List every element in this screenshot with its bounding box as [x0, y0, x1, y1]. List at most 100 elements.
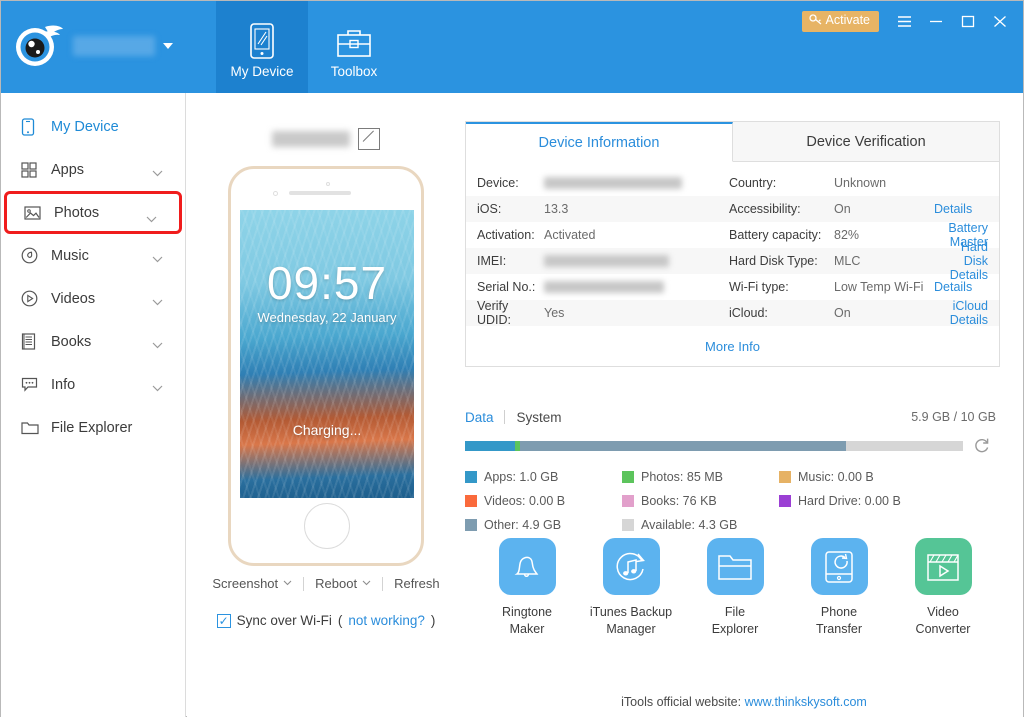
- tool-phone-transfer[interactable]: Phone Transfer: [787, 538, 891, 638]
- music-refresh-icon: [602, 538, 660, 595]
- hard-disk-details-link[interactable]: Hard Disk Details: [934, 240, 999, 282]
- device-information-box: Device Information Device Verification D…: [465, 121, 1000, 367]
- sidebar-item-label: Apps: [51, 161, 85, 178]
- sidebar-item-apps[interactable]: Apps: [1, 148, 185, 191]
- account-dropdown-caret-icon[interactable]: [163, 43, 173, 49]
- storage-bar-row: [465, 437, 1000, 454]
- tool-shortcuts: Ringtone Maker iTunes Backup Manager Fil…: [475, 538, 995, 638]
- video-play-icon: [21, 290, 47, 307]
- close-icon[interactable]: [985, 7, 1015, 35]
- legend-label: Music: 0.00 B: [798, 470, 874, 484]
- sidebar-item-info[interactable]: Info: [1, 363, 185, 406]
- storage-section: Data System 5.9 GB / 10 GB Apps: 1.0 GB …: [465, 405, 1000, 537]
- sync-over-wifi-label: Sync over Wi-Fi: [236, 613, 332, 628]
- close-paren: ): [430, 613, 436, 628]
- table-row: Verify UDID: Yes iCloud: On iCloud Detai…: [466, 299, 999, 327]
- not-working-link[interactable]: not working?: [348, 613, 425, 628]
- front-camera-icon: [273, 191, 278, 196]
- row-label: Device:: [477, 176, 519, 190]
- chevron-down-icon: [152, 165, 163, 181]
- row-value-redacted: [544, 248, 729, 274]
- tablet-icon: [248, 16, 276, 60]
- tab-device-information[interactable]: Device Information: [466, 122, 733, 162]
- row-label-2: Accessibility:: [729, 202, 801, 216]
- sidebar: My Device Apps Photos Music Videos Books…: [1, 93, 186, 717]
- sidebar-item-videos[interactable]: Videos: [1, 277, 185, 320]
- activate-button[interactable]: Activate: [801, 10, 879, 32]
- row-link-2: [934, 170, 999, 196]
- sidebar-item-label: Videos: [51, 290, 96, 307]
- minimize-icon[interactable]: [921, 7, 951, 35]
- device-preview-column: 09:57 Wednesday, 22 January Charging... …: [187, 93, 465, 717]
- more-info-link[interactable]: More Info: [466, 326, 999, 366]
- row-value-redacted: [544, 170, 729, 196]
- refresh-button[interactable]: Refresh: [383, 576, 451, 591]
- chevron-down-icon: [362, 578, 371, 589]
- tool-file-explorer[interactable]: File Explorer: [683, 538, 787, 638]
- legend-item: Photos: 85 MB: [622, 465, 779, 489]
- tool-video-converter[interactable]: Video Converter: [891, 538, 995, 638]
- tool-label: Video Converter: [915, 605, 971, 636]
- key-icon: [808, 13, 822, 29]
- tab-device-verification[interactable]: Device Verification: [733, 122, 999, 162]
- storage-segment-apps: [465, 440, 515, 451]
- sidebar-item-music[interactable]: Music: [1, 234, 185, 277]
- tool-label: iTunes Backup Manager: [589, 605, 673, 636]
- storage-tab-system[interactable]: System: [505, 410, 572, 425]
- legend-swatch: [465, 519, 477, 531]
- legend-label: Available: 4.3 GB: [641, 518, 738, 532]
- legend-label: Apps: 1.0 GB: [484, 470, 559, 484]
- tab-device-information-label: Device Information: [538, 134, 660, 151]
- refresh-icon[interactable]: [973, 437, 990, 454]
- maximize-icon[interactable]: [953, 7, 983, 35]
- sync-over-wifi-row: ✓ Sync over Wi-Fi ( not working? ): [187, 613, 465, 628]
- refresh-button-label: Refresh: [394, 576, 440, 591]
- device-info-table: Device: Country: Unknown iOS: 13.3 Acces…: [466, 162, 999, 327]
- tool-itunes-backup-manager[interactable]: iTunes Backup Manager: [579, 538, 683, 638]
- lock-screen-status: Charging...: [292, 422, 362, 438]
- device-name-redacted: [272, 131, 350, 147]
- bell-icon: [498, 538, 556, 595]
- row-label: Serial No.:: [477, 280, 536, 294]
- storage-legend: Apps: 1.0 GB Photos: 85 MB Music: 0.00 B…: [465, 465, 1000, 537]
- row-value-2: Low Temp Wi-Fi: [834, 280, 924, 294]
- nav-tab-toolbox[interactable]: Toolbox: [308, 1, 400, 93]
- tool-ringtone-maker[interactable]: Ringtone Maker: [475, 538, 579, 638]
- sync-over-wifi-checkbox[interactable]: ✓: [216, 613, 231, 628]
- legend-item: Music: 0.00 B: [779, 465, 936, 489]
- legend-label: Videos: 0.00 B: [484, 494, 566, 508]
- itools-window: My Device Toolbox Activate My Device App…: [0, 0, 1024, 717]
- legend-swatch: [622, 495, 634, 507]
- sidebar-item-label: My Device: [51, 118, 119, 135]
- home-button: [304, 503, 350, 549]
- screenshot-button[interactable]: Screenshot: [201, 576, 303, 591]
- legend-item: Videos: 0.00 B: [465, 489, 622, 513]
- lock-screen-date: Wednesday, 22 January: [257, 310, 397, 325]
- sidebar-item-file-explorer[interactable]: File Explorer: [1, 406, 185, 449]
- device-info-column: Device Information Device Verification D…: [465, 93, 1023, 717]
- row-value-2: 82%: [834, 228, 860, 242]
- legend-item: Apps: 1.0 GB: [465, 465, 622, 489]
- sidebar-item-my-device[interactable]: My Device: [1, 105, 185, 148]
- wifi-details-link[interactable]: Details: [934, 274, 999, 300]
- row-value-2: Unknown: [834, 176, 887, 190]
- sidebar-item-photos[interactable]: Photos: [4, 191, 182, 234]
- tool-label: Ringtone Maker: [501, 605, 553, 636]
- official-website-link[interactable]: www.thinkskysoft.com: [745, 695, 867, 709]
- row-label-2: Wi-Fi type:: [729, 280, 789, 294]
- legend-label: Photos: 85 MB: [641, 470, 723, 484]
- folder-icon: [706, 538, 764, 595]
- sidebar-item-books[interactable]: Books: [1, 320, 185, 363]
- legend-swatch: [622, 471, 634, 483]
- footer: iTools official website: www.thinkskysof…: [465, 695, 1023, 709]
- legend-item: Hard Drive: 0.00 B: [779, 489, 936, 513]
- reboot-button[interactable]: Reboot: [304, 576, 382, 591]
- edit-pencil-icon[interactable]: [358, 128, 380, 150]
- app-logo-area[interactable]: [13, 21, 173, 71]
- hamburger-menu-icon[interactable]: [889, 7, 919, 35]
- row-value: Yes: [544, 306, 565, 320]
- icloud-details-link[interactable]: iCloud Details: [934, 299, 999, 327]
- storage-tab-data[interactable]: Data: [465, 410, 504, 425]
- nav-tab-my-device[interactable]: My Device: [216, 1, 308, 93]
- accessibility-details-link[interactable]: Details: [934, 196, 999, 222]
